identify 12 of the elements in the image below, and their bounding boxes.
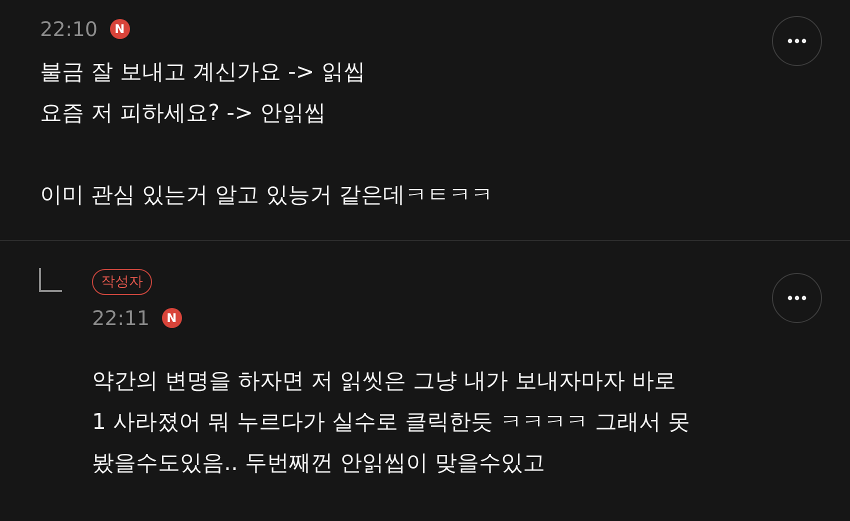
comment-text: 불금 잘 보내고 계신가요 -> 읽씹 요즘 저 피하세요? -> 안읽씹 이미 관심 있는거 알고 있능거 같은데ㅋㅌㅋㅋ xyxy=(40,59,494,210)
comment-time: 22:10 xyxy=(40,17,98,41)
comment-text: 약간의 변명을 하자면 저 읽씻은 그냥 내가 보내자마자 바로 1 사라졌어 뭐 누르다가 실수로 클릭한듯 ㅋㅋㅋㅋ 그래서 못 봤을수도있음.. 두번째껀 안읽씹이 맞을수있고 xyxy=(92,368,691,478)
dots-icon xyxy=(787,295,807,301)
more-options-button[interactable] xyxy=(772,16,822,66)
dots-icon xyxy=(787,38,807,44)
new-badge: N xyxy=(162,308,182,328)
reply-corner-icon xyxy=(38,267,64,293)
comment-time: 22:11 xyxy=(92,306,150,330)
new-badge: N xyxy=(110,19,130,39)
author-badge: 작성자 xyxy=(92,269,152,295)
more-options-button[interactable] xyxy=(772,273,822,323)
